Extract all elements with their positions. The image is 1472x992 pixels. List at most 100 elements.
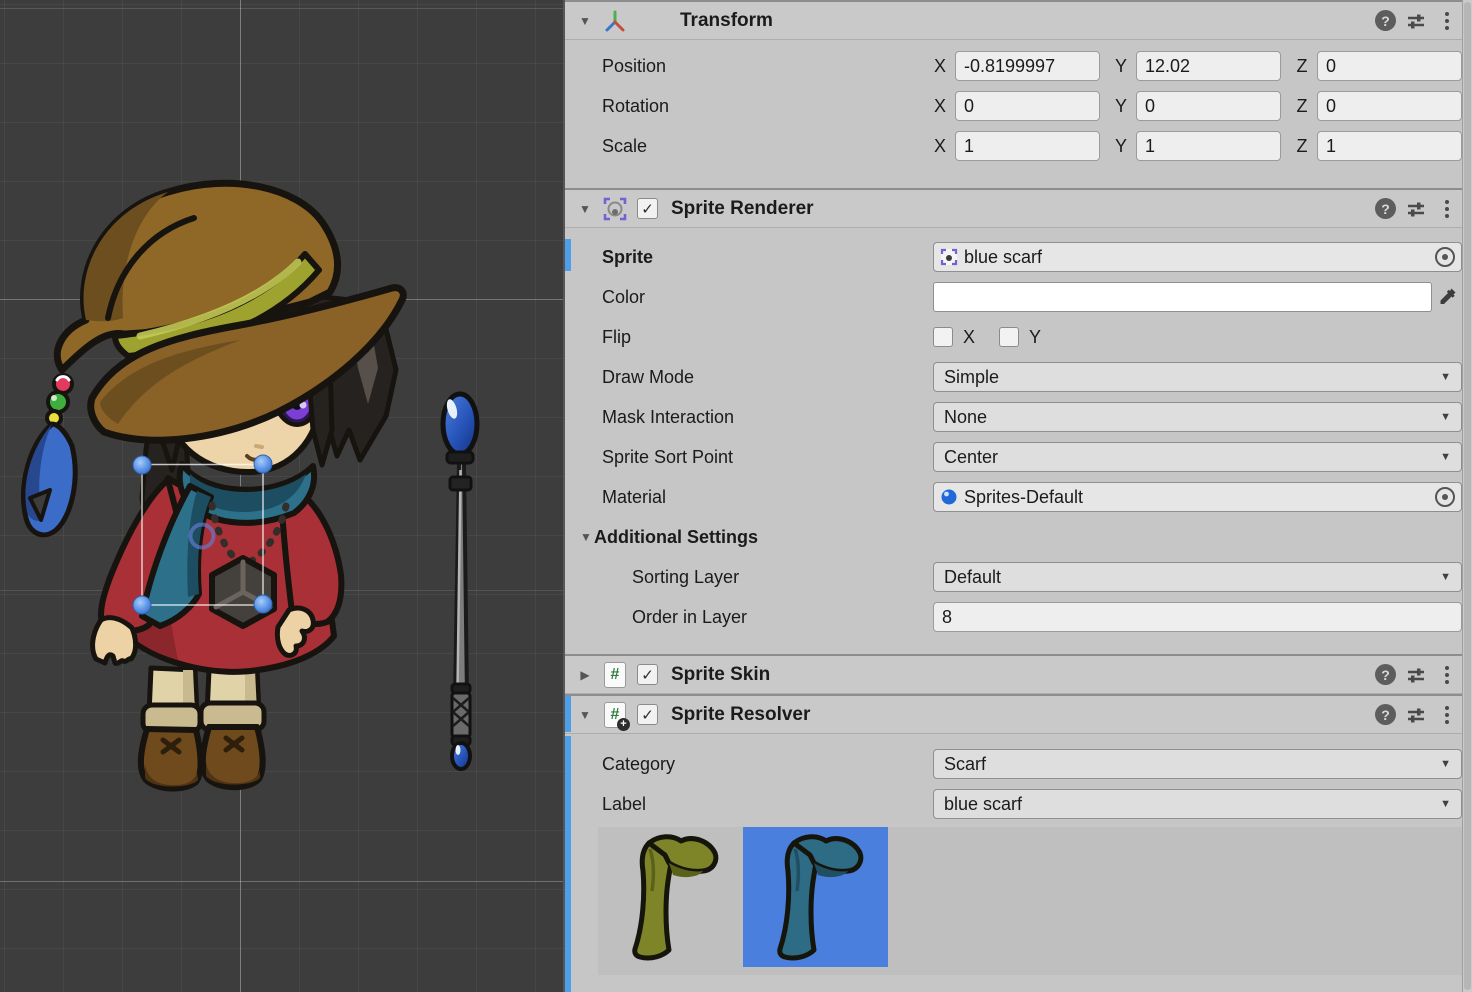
object-picker-icon[interactable] <box>1435 487 1455 507</box>
order-in-layer-row: Order in Layer 8 <box>565 597 1472 637</box>
position-x-field[interactable]: -0.8199997 <box>955 51 1100 81</box>
more-menu-icon[interactable] <box>1436 10 1458 32</box>
scene-view[interactable] <box>0 0 563 992</box>
override-indicator-sprite <box>565 239 571 271</box>
nose <box>256 446 262 447</box>
sprite-variant-green-scarf[interactable] <box>598 827 743 967</box>
position-y-field[interactable]: 12.02 <box>1136 51 1281 81</box>
axis-y-label: Y <box>1114 56 1128 77</box>
presets-icon[interactable] <box>1405 664 1427 686</box>
order-in-layer-field[interactable]: 8 <box>933 602 1462 632</box>
transform-component: ▼ Transform ? <box>565 0 1472 188</box>
flip-x-checkbox[interactable] <box>933 327 953 347</box>
sprite-label: Sprite <box>602 247 933 268</box>
foldout-icon[interactable]: ▼ <box>578 530 594 544</box>
character-sprite[interactable] <box>24 183 404 788</box>
material-label: Material <box>602 487 933 508</box>
axis-z-label: Z <box>1295 96 1309 117</box>
draw-mode-dropdown[interactable]: Simple ▼ <box>933 362 1462 392</box>
scale-z-field[interactable]: 1 <box>1317 131 1462 161</box>
material-icon <box>940 488 958 506</box>
selection-handle[interactable] <box>254 595 272 613</box>
staff-collar <box>447 452 473 463</box>
rotation-y-field[interactable]: 0 <box>1136 91 1281 121</box>
more-menu-icon[interactable] <box>1436 198 1458 220</box>
override-indicator-resolver-body <box>565 736 571 992</box>
selection-handle[interactable] <box>254 455 272 473</box>
inspector-panel: ▼ Transform ? <box>565 0 1472 992</box>
rotation-x-field[interactable]: 0 <box>955 91 1100 121</box>
sorting-layer-value: Default <box>944 567 1001 588</box>
sprite-renderer-icon <box>602 196 628 222</box>
flip-row: Flip X Y <box>565 317 1472 357</box>
draw-mode-label: Draw Mode <box>602 367 933 388</box>
foldout-icon[interactable]: ▼ <box>577 14 593 28</box>
more-menu-icon[interactable] <box>1436 704 1458 726</box>
sprite-variant-blue-scarf[interactable] <box>743 827 888 967</box>
scale-row: Scale X1 Y1 Z1 <box>565 126 1472 166</box>
axis-y-label: Y <box>1114 136 1128 157</box>
sprite-resolver-icon: #+ <box>602 702 628 728</box>
object-picker-icon[interactable] <box>1435 247 1455 267</box>
help-icon[interactable]: ? <box>1375 198 1396 219</box>
enabled-checkbox[interactable]: ✓ <box>637 704 658 725</box>
presets-icon[interactable] <box>1405 704 1427 726</box>
sprite-sort-point-label: Sprite Sort Point <box>602 447 933 468</box>
sprite-renderer-body: Sprite blue scarf <box>565 228 1472 654</box>
sprite-resolver-body: Category Scarf ▼ Label blue scarf ▼ <box>565 734 1472 992</box>
sorting-layer-dropdown[interactable]: Default ▼ <box>933 562 1462 592</box>
sprite-object-field[interactable]: blue scarf <box>933 242 1462 272</box>
rotation-z-field[interactable]: 0 <box>1317 91 1462 121</box>
staff-tip-orb <box>452 743 470 769</box>
axis-x-label: X <box>933 96 947 117</box>
category-dropdown[interactable]: Scarf ▼ <box>933 749 1462 779</box>
chevron-down-icon: ▼ <box>1440 371 1451 383</box>
foldout-icon[interactable]: ▼ <box>577 202 593 216</box>
scale-label: Scale <box>602 136 933 157</box>
axis-z-label: Z <box>1295 136 1309 157</box>
enabled-checkbox[interactable]: ✓ <box>637 664 658 685</box>
enabled-checkbox[interactable]: ✓ <box>637 198 658 219</box>
selection-handle[interactable] <box>133 596 151 614</box>
category-label: Category <box>602 754 933 775</box>
unity-editor-window: ▼ Transform ? <box>0 0 1472 992</box>
more-menu-icon[interactable] <box>1436 664 1458 686</box>
label-dropdown[interactable]: blue scarf ▼ <box>933 789 1462 819</box>
scale-x-field[interactable]: 1 <box>955 131 1100 161</box>
foldout-icon[interactable]: ▼ <box>577 708 593 722</box>
category-row: Category Scarf ▼ <box>565 744 1472 784</box>
eyedropper-icon[interactable] <box>1432 282 1462 312</box>
staff-band-upper <box>450 477 471 490</box>
override-indicator-resolver-header <box>565 696 571 732</box>
staff-sprite[interactable] <box>443 394 477 769</box>
presets-icon[interactable] <box>1405 10 1427 32</box>
label-row: Label blue scarf ▼ <box>565 784 1472 824</box>
sprite-variant-strip <box>598 827 1462 975</box>
position-z-field[interactable]: 0 <box>1317 51 1462 81</box>
sprite-skin-component: ▶ # ✓ Sprite Skin ? <box>565 654 1472 694</box>
flip-label: Flip <box>602 327 933 348</box>
inspector-scrollbar[interactable] <box>1462 0 1472 992</box>
help-icon[interactable]: ? <box>1375 664 1396 685</box>
rotation-label: Rotation <box>602 96 933 117</box>
selection-handle[interactable] <box>133 456 151 474</box>
axis-y-label: Y <box>1114 96 1128 117</box>
sprite-thumbnail-icon <box>940 248 958 266</box>
help-icon[interactable]: ? <box>1375 10 1396 31</box>
color-swatch[interactable] <box>933 282 1432 312</box>
additional-settings-row: ▼ Additional Settings <box>565 517 1472 557</box>
foldout-icon[interactable]: ▶ <box>577 668 593 682</box>
transform-icon <box>602 8 628 34</box>
material-row: Material Sprites-Default <box>565 477 1472 517</box>
material-object-field[interactable]: Sprites-Default <box>933 482 1462 512</box>
mask-interaction-dropdown[interactable]: None ▼ <box>933 402 1462 432</box>
axis-z-label: Z <box>1295 56 1309 77</box>
presets-icon[interactable] <box>1405 198 1427 220</box>
transform-body: Position X-0.8199997 Y12.02 Z0 Rotation … <box>565 40 1472 188</box>
flip-y-checkbox[interactable] <box>999 327 1019 347</box>
flip-y-label: Y <box>1029 327 1041 348</box>
scale-y-field[interactable]: 1 <box>1136 131 1281 161</box>
help-icon[interactable]: ? <box>1375 704 1396 725</box>
position-label: Position <box>602 56 933 77</box>
sprite-sort-point-dropdown[interactable]: Center ▼ <box>933 442 1462 472</box>
